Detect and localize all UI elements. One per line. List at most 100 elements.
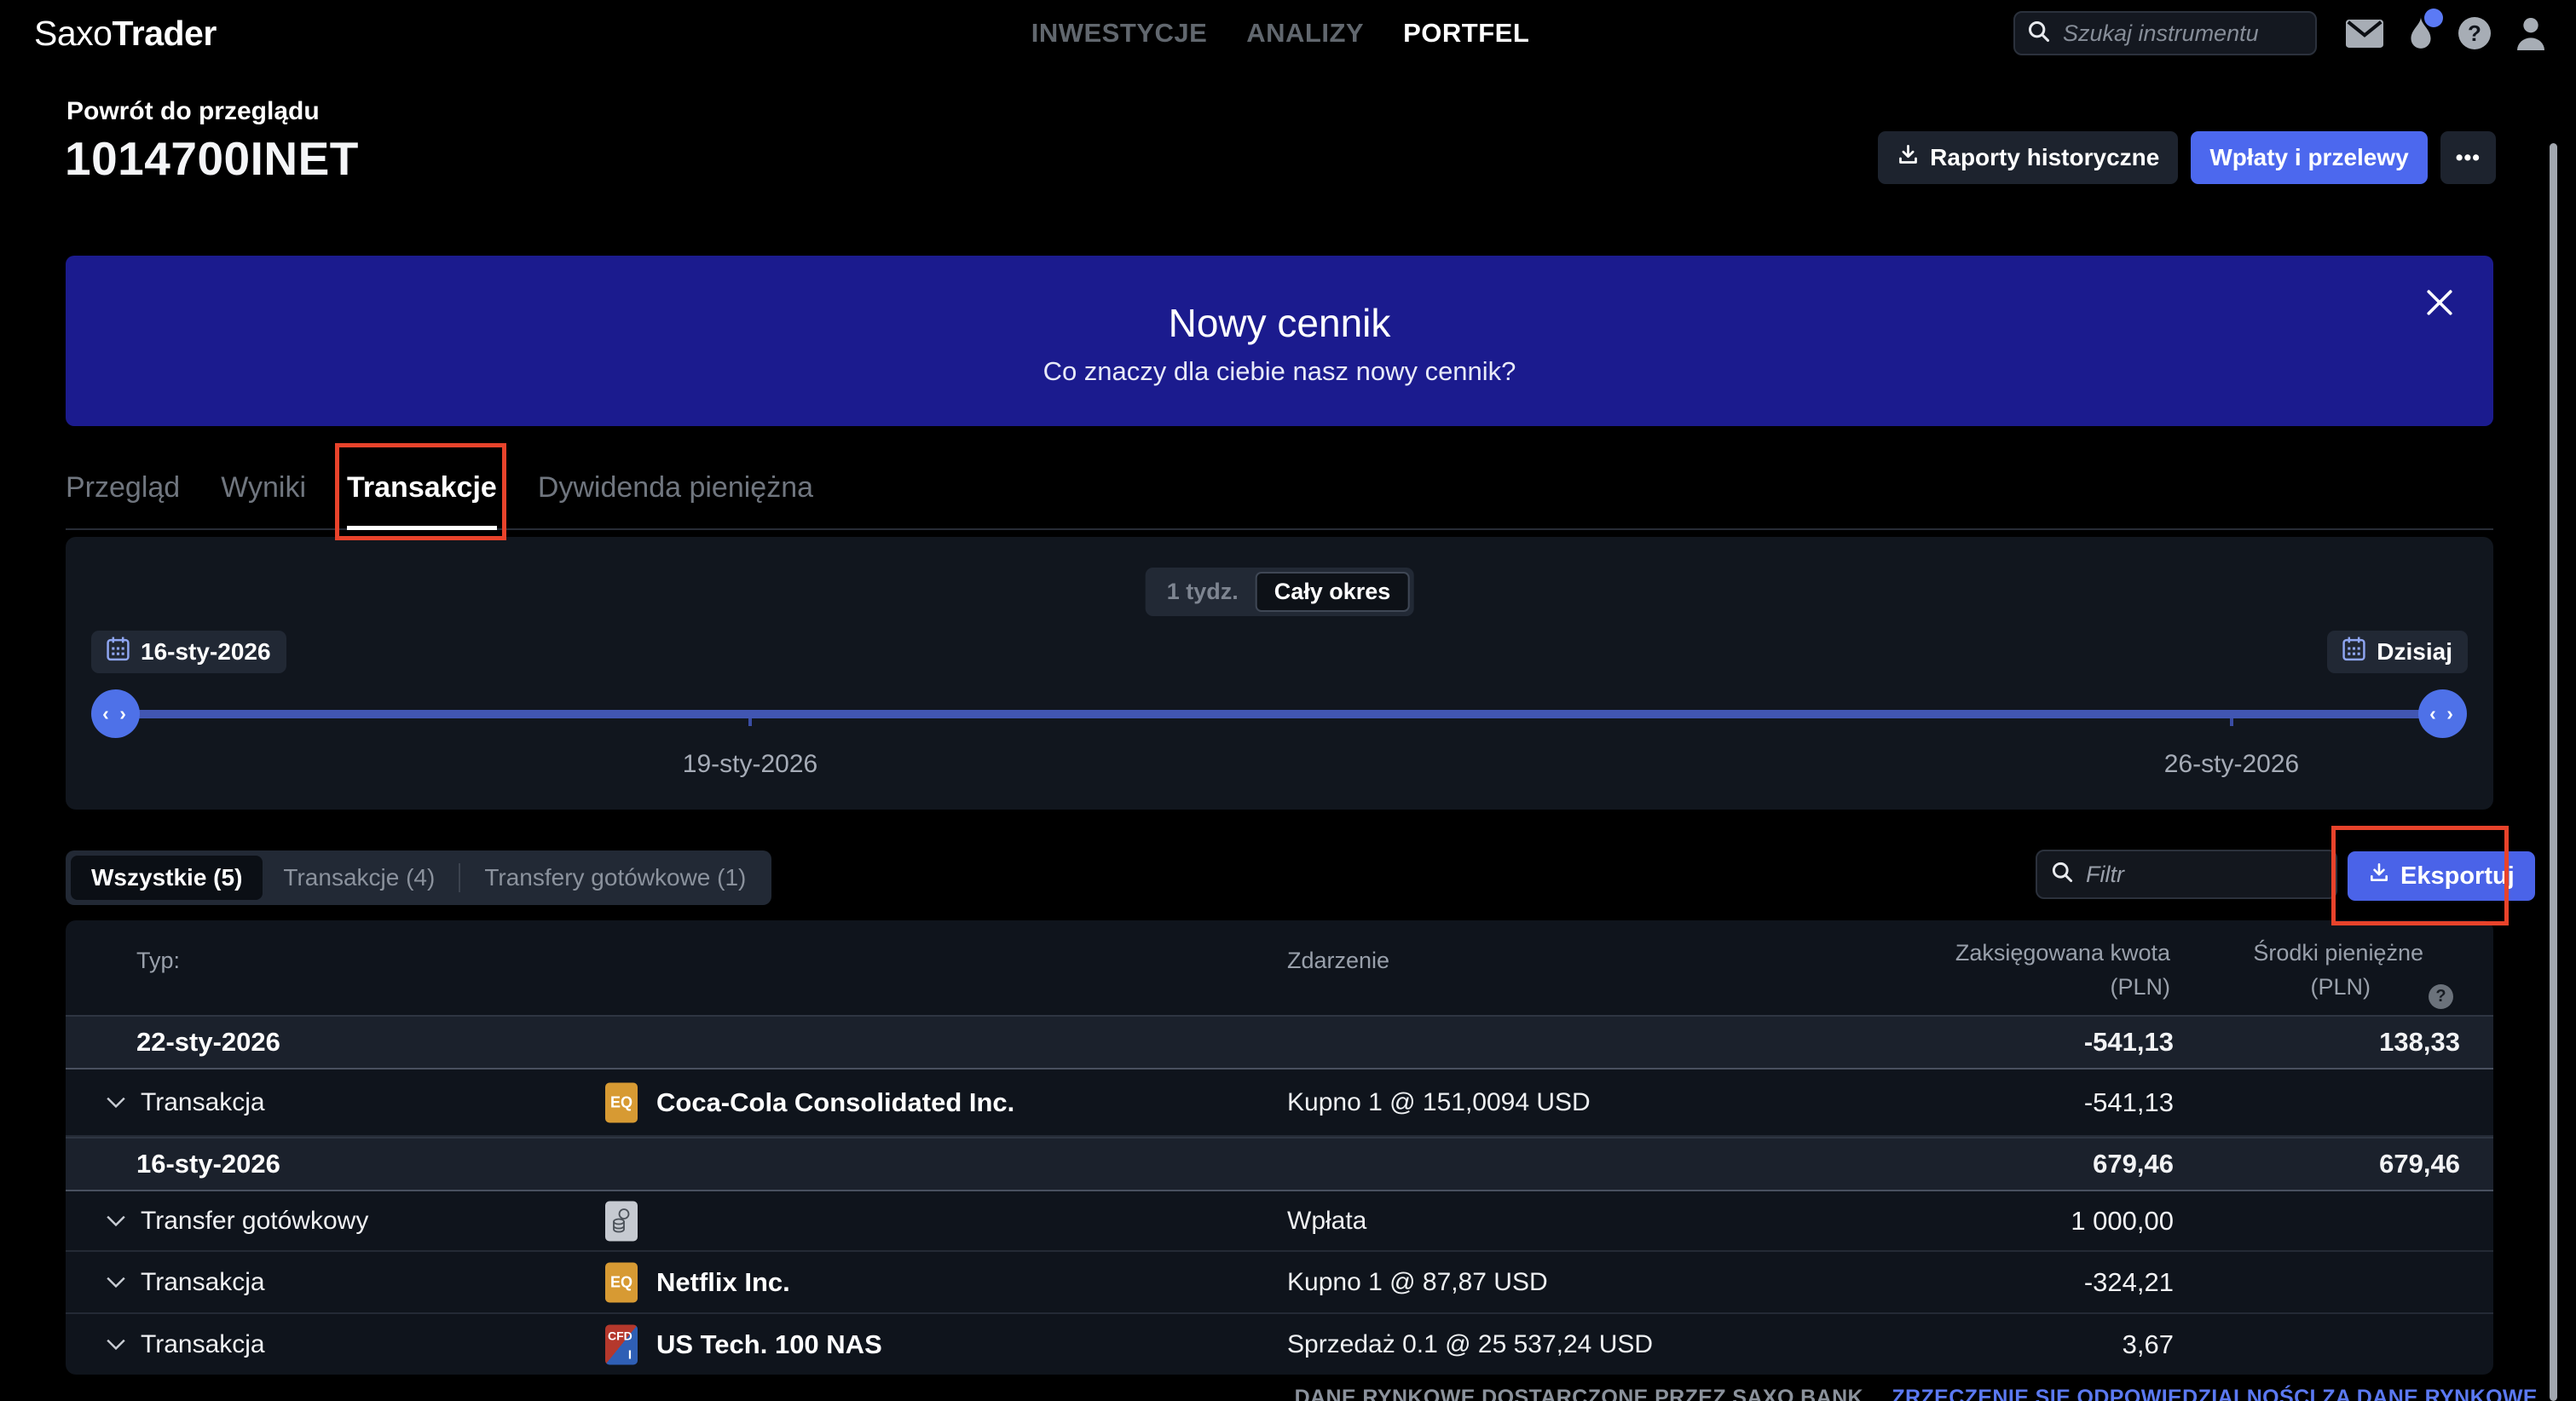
filter-segmented-control: Wszystkie (5) Transakcje (4) Transfery g… [66, 850, 771, 905]
ellipsis-icon: ••• [2456, 146, 2481, 170]
header-buttons: Raporty historyczne Wpłaty i przelewy ••… [1878, 131, 2496, 184]
row-event: Wpłata [1287, 1207, 1366, 1236]
end-date-chip[interactable]: Dzisiaj [2327, 631, 2468, 673]
close-icon[interactable] [2425, 288, 2454, 317]
filter-input[interactable] [2084, 861, 2322, 889]
download-icon [1897, 143, 1920, 172]
account-id-title: 1014700INET [65, 131, 359, 186]
slider-date-label-left: 19-sty-2026 [683, 750, 817, 779]
end-date-label: Dzisiaj [2377, 638, 2452, 666]
row-type: Transakcja [141, 1088, 265, 1117]
cash-transfer-badge [605, 1201, 638, 1241]
logo-part2: Trader [112, 14, 216, 53]
nav-analizy[interactable]: ANALIZY [1246, 18, 1364, 49]
export-button[interactable]: Eksportuj [2348, 851, 2535, 901]
notification-dot [2424, 9, 2443, 27]
tab-wyniki[interactable]: Wyniki [221, 471, 306, 528]
calendar-icon [107, 637, 130, 667]
filter-transactions[interactable]: Transakcje (4) [263, 856, 455, 900]
deposits-transfers-button[interactable]: Wpłaty i przelewy [2191, 131, 2427, 184]
table-row[interactable]: Transfer gotówkowy Wpłata 1 000,00 [66, 1191, 2493, 1252]
calendar-icon [2342, 637, 2365, 667]
table-filter-field[interactable] [2036, 850, 2337, 899]
filter-cash-transfers[interactable]: Transfery gotówkowe (1) [464, 856, 766, 900]
new-pricing-banner: Nowy cennik Co znaczy dla ciebie nasz no… [66, 256, 2493, 426]
table-row[interactable]: Transakcja CFD I US Tech. 100 NAS Sprzed… [66, 1314, 2493, 1375]
group-cash-amount: 679,46 [2379, 1149, 2460, 1179]
download-icon [2368, 862, 2390, 891]
column-help-icon[interactable]: ? [2429, 984, 2453, 1009]
chevron-down-icon[interactable] [106, 1214, 126, 1228]
group-booked-amount: -541,13 [2084, 1027, 2174, 1058]
chevron-down-icon[interactable] [106, 1096, 126, 1110]
start-date-chip[interactable]: 16-sty-2026 [91, 631, 286, 673]
help-glyph: ? [2468, 20, 2481, 47]
tab-dywidenda[interactable]: Dywidenda pieniężna [538, 471, 813, 528]
slider-handle-left[interactable]: ‹ › [91, 689, 140, 738]
more-actions-button[interactable]: ••• [2440, 131, 2496, 184]
column-header-booked: Zaksięgowana kwota (PLN) [1955, 936, 2170, 1004]
booked-header-line2: (PLN) [1955, 970, 2170, 1004]
row-event: Sprzedaż 0.1 @ 25 537,24 USD [1287, 1330, 1653, 1359]
slider-date-label-right: 26-sty-2026 [2164, 750, 2299, 779]
profile-icon[interactable] [2515, 16, 2547, 50]
portfolio-tabs: Przegląd Wyniki Transakcje Dywidenda pie… [66, 457, 2493, 530]
column-header-type: Typ: [136, 948, 180, 974]
row-type: Transakcja [141, 1330, 265, 1359]
nav-inwestycje[interactable]: INWESTYCJE [1031, 18, 1208, 49]
cfd-badge-top-label: CFD [608, 1329, 632, 1342]
saxotrader-app: SaxoTrader INWESTYCJE ANALIZY PORTFEL ? … [0, 0, 2576, 1401]
period-option-all[interactable]: Cały okres [1256, 572, 1410, 612]
date-range-slider-track[interactable] [115, 710, 2443, 718]
row-booked-amount: -324,21 [2084, 1267, 2174, 1298]
app-logo: SaxoTrader [34, 14, 217, 54]
instrument-search[interactable] [2013, 11, 2317, 55]
equity-badge: EQ [605, 1082, 638, 1122]
cash-header-line1: Środki pieniężne [2253, 936, 2423, 970]
main-nav: INWESTYCJE ANALIZY PORTFEL [1031, 0, 1530, 66]
help-icon[interactable]: ? [2458, 17, 2491, 49]
row-event: Kupno 1 @ 151,0094 USD [1287, 1088, 1591, 1117]
period-option-week[interactable]: 1 tydz. [1150, 572, 1256, 612]
vertical-scrollbar[interactable] [2550, 143, 2557, 1401]
row-booked-amount: 3,67 [2123, 1329, 2174, 1360]
row-type: Transakcja [141, 1268, 265, 1297]
activity-streak-icon[interactable] [2407, 15, 2434, 51]
topbar-icons: ? [2346, 0, 2547, 66]
cfd-index-badge: CFD I [605, 1324, 638, 1364]
slider-handle-right[interactable]: ‹ › [2418, 689, 2467, 738]
row-event: Kupno 1 @ 87,87 USD [1287, 1268, 1548, 1297]
filter-all[interactable]: Wszystkie (5) [71, 856, 263, 900]
transactions-table: Typ: Zdarzenie Zaksięgowana kwota (PLN) … [66, 920, 2493, 1375]
cfd-badge-bottom-label: I [628, 1347, 632, 1362]
row-type: Transfer gotówkowy [141, 1207, 368, 1236]
back-to-overview-link[interactable]: Powrót do przeglądu [66, 97, 320, 126]
chevron-down-icon[interactable] [106, 1338, 126, 1352]
slider-tick [2230, 718, 2233, 726]
row-booked-amount: -541,13 [2084, 1087, 2174, 1118]
chevron-down-icon[interactable] [106, 1276, 126, 1289]
search-icon [2027, 20, 2051, 48]
nav-portfel[interactable]: PORTFEL [1403, 18, 1529, 49]
cash-header-line2: (PLN) [2253, 970, 2423, 1004]
tab-transakcje[interactable]: Transakcje [347, 471, 497, 528]
table-row[interactable]: Transakcja EQ Netflix Inc. Kupno 1 @ 87,… [66, 1252, 2493, 1314]
search-input[interactable] [2061, 20, 2303, 48]
slider-tick [748, 718, 752, 726]
group-booked-amount: 679,46 [2093, 1149, 2174, 1179]
group-date: 22-sty-2026 [136, 1027, 280, 1058]
banner-subtitle[interactable]: Co znaczy dla ciebie nasz nowy cennik? [66, 356, 2493, 387]
historical-reports-button[interactable]: Raporty historyczne [1878, 131, 2178, 184]
instrument-name: US Tech. 100 NAS [656, 1329, 882, 1360]
handle-chevrons-icon: ‹ › [102, 702, 129, 725]
market-data-footer: DANE RYNKOWE DOSTARCZONE PRZEZ SAXO BANK… [1295, 1386, 2538, 1401]
tab-przeglad[interactable]: Przegląd [66, 471, 180, 528]
footer-disclaimer-link[interactable]: ZRZECZENIE SIĘ ODPOWIEDZIALNOŚCI ZA DANE… [1892, 1386, 2538, 1401]
logo-part1: Saxo [34, 14, 112, 53]
handle-chevrons-icon: ‹ › [2429, 702, 2456, 725]
period-segmented-control: 1 tydz. Cały okres [1146, 568, 1414, 616]
table-row[interactable]: Transakcja EQ Coca-Cola Consolidated Inc… [66, 1069, 2493, 1137]
mail-icon[interactable] [2346, 20, 2383, 48]
table-group-row: 16-sty-2026 679,46 679,46 [66, 1137, 2493, 1191]
export-label: Eksportuj [2400, 862, 2515, 891]
